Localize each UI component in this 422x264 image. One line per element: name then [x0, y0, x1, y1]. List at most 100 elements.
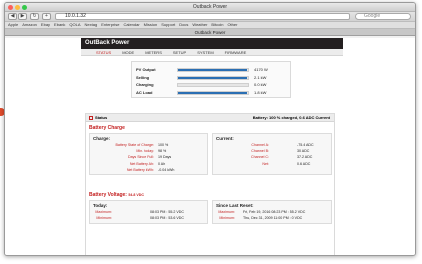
tab-bar: Outback Power [5, 29, 415, 36]
kv-value: Fri, Feb 19, 2016 08:23 PM : 55.2 VDC [243, 210, 306, 214]
bookmark-item[interactable]: Apple [8, 22, 18, 27]
today-title: Today: [93, 203, 108, 208]
bookmark-item[interactable]: Mission [144, 22, 158, 27]
kv-row: Channel C: 37.2 ADC [213, 155, 312, 160]
bookmark-item[interactable]: Ebank [54, 22, 65, 27]
bookmark-item[interactable]: Bitcoin [211, 22, 223, 27]
charge-panel: Charge: Battery State of Charge: 100 % Min… [89, 133, 208, 175]
kv-value: 0.6 ADC [297, 161, 311, 166]
bookmark-item[interactable]: Support [161, 22, 175, 27]
bookmark-item[interactable]: Weather [192, 22, 207, 27]
status-title: Status [95, 115, 108, 120]
kv-value: Thu, Dec 31, 2009 11:00 PM : 0 VDC [243, 216, 303, 221]
summary-bar [177, 75, 249, 80]
app-nav: STATUS MODE METERS SETUP SYSTEM FIRMWARE [81, 49, 343, 56]
kv-row: Channel A: -75.4 ADC [213, 143, 313, 148]
title-bar: Outback Power [5, 3, 415, 12]
battery-charge-title: Battery Charge [89, 125, 125, 131]
summary-label: AC Load [136, 89, 153, 95]
summary-bar-fill [178, 69, 247, 71]
kv-row: Net Battery kWh: -0.04 kWh [90, 167, 175, 173]
current-panel: Current: Channel A: -75.4 ADC Channel B: 30… [212, 133, 332, 175]
nav-item-mode[interactable]: MODE [122, 50, 134, 55]
share-button[interactable]: + [42, 13, 51, 20]
bookmark-item[interactable]: Enterprise [101, 22, 119, 27]
nav-item-setup[interactable]: SETUP [173, 50, 186, 55]
summary-value: 4170 W [254, 67, 268, 72]
summary-bar-fill [178, 91, 247, 94]
browser-window: Outback Power ◀ ▶ ↻ + 10.0.1.32 Google A… [4, 2, 416, 256]
search-input[interactable]: Google [355, 13, 411, 20]
status-panel: Status Battery: 100 % charged, 0.6 ADC C… [85, 113, 335, 255]
window-title: Outback Power [192, 4, 228, 10]
summary-bar [177, 68, 249, 72]
kv-label: Channel B: [251, 149, 269, 154]
kv-row: Battery State of Charge: 100 % [90, 143, 168, 148]
summary-bar [177, 90, 249, 95]
back-button[interactable]: ◀ [8, 13, 17, 20]
kv-label: Channel C: [251, 155, 269, 160]
tab-outback-power[interactable]: Outback Power [195, 30, 226, 35]
nav-item-status[interactable]: STATUS [96, 50, 111, 55]
kv-row: Channel B: 30 ADC [213, 149, 309, 154]
battery-voltage-label: Battery Voltage: [89, 192, 127, 198]
kv-value: 08:03 PM : 55.2 VDC [150, 210, 184, 214]
summary-label: PV Output [136, 67, 156, 72]
nav-item-meters[interactable]: METERS [145, 50, 162, 55]
kv-label: Minimum: [219, 216, 235, 221]
since-reset-title: Since Last Reset: [216, 203, 254, 208]
kv-label: Channel A: [251, 143, 269, 147]
battery-voltage-title: Battery Voltage: 54.8 VDC [89, 192, 144, 198]
kv-label: Maximum: [95, 210, 112, 214]
kv-label: Net Battery Ah: [129, 161, 154, 166]
kv-row: Maximum: Fri, Feb 19, 2016 08:23 PM : 55.… [213, 210, 305, 215]
kv-row: Net Battery Ah: 0 Ah [90, 161, 165, 167]
kv-row: Minimum: Thu, Dec 31, 2009 11:00 PM : 0 V… [213, 216, 302, 221]
today-panel: Today: Maximum: 08:03 PM : 55.2 VDC Minimu… [89, 200, 208, 224]
search-placeholder: Google [364, 13, 381, 19]
kv-value: 37.2 ADC [297, 155, 313, 160]
current-title: Current: [216, 136, 234, 141]
nav-item-system[interactable]: SYSTEM [197, 50, 213, 55]
summary-row: AC Load 1.8 kW [136, 90, 286, 96]
kv-value: -75.4 ADC [297, 143, 314, 147]
status-summary: Battery: 100 % charged, 0.6 ADC Current [252, 115, 330, 120]
app-header: OutBack Power [81, 38, 343, 49]
kv-value: 100 % [158, 143, 169, 147]
bookmark-item[interactable]: Docs [179, 22, 188, 27]
bookmark-item[interactable]: QOLA [69, 22, 80, 27]
summary-panel: PV Output 4170 W Selling 2.1 kW Charging 0.0 … [131, 61, 291, 98]
bookmark-item[interactable]: Nextag [85, 22, 98, 27]
kv-label: Min. today: [136, 149, 154, 154]
forward-button[interactable]: ▶ [18, 13, 27, 20]
battery-voltage-value: 54.8 VDC [128, 193, 144, 197]
kv-row: Net: 0.6 ADC [213, 161, 310, 167]
bookmark-item[interactable]: Other [227, 22, 237, 27]
status-header: Status Battery: 100 % charged, 0.6 ADC C… [86, 114, 334, 122]
bookmark-item[interactable]: Ebay [41, 22, 50, 27]
kv-row: Minimum: 08:03 PM : 53.6 VDC [90, 216, 184, 221]
bookmark-item[interactable]: Amazon [22, 22, 37, 27]
kv-label: Net Battery kWh: [126, 167, 154, 172]
collapse-icon[interactable] [89, 116, 93, 120]
bookmark-item[interactable]: Calendar [123, 22, 139, 27]
summary-bar-fill [178, 76, 247, 79]
address-bar[interactable]: 10.0.1.32 [55, 13, 350, 20]
kv-row: Days Since Full: 19 Days [90, 155, 171, 160]
kv-label: Minimum: [96, 216, 112, 221]
kv-value: 08:03 PM : 53.6 VDC [150, 216, 184, 221]
kv-row: Min. today: 98 % [90, 149, 166, 154]
summary-value: 0.0 kW [254, 82, 267, 87]
bookmarks-bar: Apple Amazon Ebay Ebank QOLA Nextag Enterprise… [5, 22, 415, 29]
reload-button[interactable]: ↻ [30, 13, 39, 20]
page-content: OutBack Power STATUS MODE METERS SETUP SYSTE… [5, 38, 415, 255]
kv-value: 0 Ah [158, 161, 166, 166]
kv-row: Maximum: 08:03 PM : 55.2 VDC [90, 210, 184, 215]
kv-label: Maximum: [218, 210, 235, 214]
kv-label: Battery State of Charge: [115, 143, 154, 147]
browser-toolbar: ◀ ▶ ↻ + 10.0.1.32 Google [5, 12, 415, 22]
summary-value: 2.1 kW [254, 74, 267, 80]
kv-label: Net: [262, 161, 269, 166]
url-text: 10.0.1.32 [65, 13, 86, 19]
nav-item-firmware[interactable]: FIRMWARE [225, 50, 247, 55]
